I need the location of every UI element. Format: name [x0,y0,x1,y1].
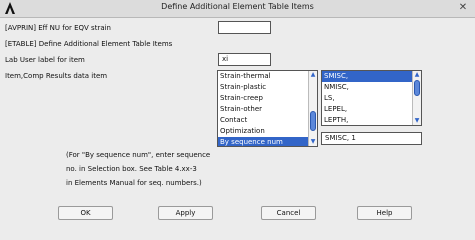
note-line-2: no. in Selection box. See Table 4.xx-3 [66,165,197,173]
etable-heading: [ETABLE] Define Additional Element Table… [5,40,173,48]
ok-button[interactable]: OK [58,206,113,220]
list-item[interactable]: Strain-thermal [218,71,317,82]
define-element-table-dialog: Define Additional Element Table Items ✕ … [0,0,475,240]
avprin-input[interactable] [218,21,271,34]
dialog-title: Define Additional Element Table Items [161,2,314,11]
list-item[interactable]: By sequence num [218,137,317,146]
close-icon[interactable]: ✕ [457,2,469,14]
comp-listbox[interactable]: SMISC, NMISC, LS, LEPEL, LEPTH, ▲ ▼ [321,70,422,126]
item-list-scrollbar[interactable]: ▲ ▼ [308,71,317,146]
scroll-up-icon[interactable]: ▲ [413,71,421,79]
list-item[interactable]: Strain-creep [218,93,317,104]
lab-label: Lab User label for item [5,56,85,64]
scroll-down-icon[interactable]: ▼ [309,138,317,146]
item-comp-label: Item,Comp Results data item [5,72,108,80]
scroll-thumb[interactable] [414,80,420,96]
list-item[interactable]: Strain-other [218,104,317,115]
list-item[interactable]: SMISC, [322,71,421,82]
note-line-1: (For "By sequence num", enter sequence [66,151,211,159]
scroll-up-icon[interactable]: ▲ [309,71,317,79]
lab-input[interactable]: xi [218,53,271,66]
scroll-thumb[interactable] [310,111,316,131]
list-item[interactable]: Strain-plastic [218,82,317,93]
scroll-down-icon[interactable]: ▼ [413,117,421,125]
title-bar[interactable]: Define Additional Element Table Items ✕ [0,0,475,18]
item-listbox[interactable]: Strain-thermal Strain-plastic Strain-creep… [217,70,318,147]
note-line-3: in Elements Manual for seq. numbers.) [66,179,202,187]
list-item[interactable]: LEPEL, [322,104,421,115]
avprin-label: [AVPRIN] Eff NU for EQV strain [5,24,111,32]
comp-list-scrollbar[interactable]: ▲ ▼ [412,71,421,125]
cancel-button[interactable]: Cancel [261,206,316,220]
list-item[interactable]: Contact [218,115,317,126]
list-item[interactable]: NMISC, [322,82,421,93]
apply-button[interactable]: Apply [158,206,213,220]
list-item[interactable]: Optimization [218,126,317,137]
comp-selection-input[interactable]: SMISC, 1 [321,132,422,145]
help-button[interactable]: Help [357,206,412,220]
list-item[interactable]: LS, [322,93,421,104]
list-item[interactable]: LEPTH, [322,115,421,125]
